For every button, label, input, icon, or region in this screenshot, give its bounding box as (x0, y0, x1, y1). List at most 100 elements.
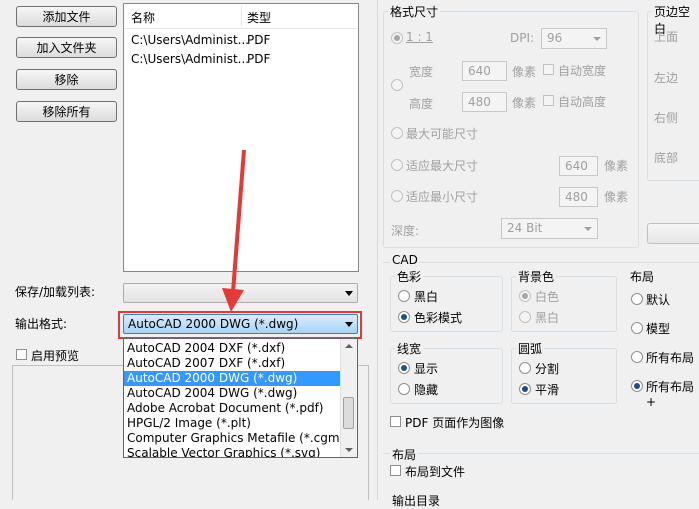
fit-max-radio[interactable] (391, 159, 403, 171)
fit-min-input[interactable]: 480 (559, 187, 598, 207)
add-folder-button[interactable]: 加入文件夹 (16, 37, 117, 58)
layout-all-radio[interactable] (631, 351, 643, 363)
arc-smooth-label: 平滑 (535, 383, 560, 397)
highlight-box (118, 311, 362, 339)
file-type: PDF (247, 52, 271, 66)
color-mode-label: 色彩模式 (414, 311, 463, 325)
height-label: 高度 (409, 97, 434, 111)
save-load-list-label: 保存/加载列表: (15, 285, 96, 299)
dpi-select[interactable]: 96 (541, 28, 607, 49)
color-mode-radio[interactable] (398, 311, 410, 323)
one-to-one-label: 1 : 1 (406, 30, 433, 44)
format-option[interactable]: Scalable Vector Graphics (*.svg) (124, 446, 341, 457)
height-input[interactable]: 480 (462, 92, 507, 112)
save-load-list-combo[interactable] (123, 283, 358, 303)
color-title: 色彩 (395, 268, 424, 285)
custom-size-radio[interactable] (391, 79, 403, 91)
depth-select[interactable]: 24 Bit (501, 218, 598, 239)
lineweight-show-radio[interactable] (398, 362, 410, 374)
layout-to-file-checkbox[interactable] (390, 465, 401, 476)
format-option[interactable]: AutoCAD 2007 DXF (*.dxf) (124, 356, 341, 371)
cad-divider (383, 262, 699, 263)
margins-button[interactable] (647, 223, 699, 244)
fit-max-input[interactable]: 640 (559, 156, 598, 176)
format-size-title: 格式尺寸 (388, 3, 441, 20)
lineweight-hide-radio[interactable] (398, 383, 410, 395)
layout-divider (383, 453, 699, 454)
width-label: 宽度 (409, 65, 434, 79)
width-unit: 像素 (512, 65, 537, 79)
pdf-page-as-image-checkbox[interactable] (390, 416, 401, 427)
format-option[interactable]: AutoCAD 2004 DXF (*.dxf) (124, 341, 341, 356)
margin-left-label: 左边 (654, 71, 679, 85)
scrollbar-thumb[interactable] (343, 397, 354, 429)
column-header-type[interactable]: 类型 (247, 9, 271, 26)
layout-all-label: 所有布局 (646, 351, 695, 365)
file-list-row[interactable]: C:\Users\Administ... PDF (124, 32, 358, 50)
depth-value: 24 Bit (507, 221, 543, 235)
remove-button[interactable]: 移除 (16, 69, 117, 90)
auto-width-checkbox[interactable] (543, 64, 554, 75)
enable-preview-checkbox[interactable] (16, 349, 27, 360)
remove-all-button[interactable]: 移除所有 (16, 101, 117, 122)
auto-width-label: 自动宽度 (558, 64, 607, 78)
max-size-radio[interactable] (391, 127, 403, 139)
format-option[interactable]: Adobe Acrobat Document (*.pdf) (124, 401, 341, 416)
background-white-label: 白色 (535, 290, 560, 304)
margin-bottom-label: 底部 (654, 151, 679, 165)
depth-label: 深度: (391, 224, 420, 238)
layout-default-radio[interactable] (631, 293, 643, 305)
fit-max-unit: 像素 (604, 159, 629, 173)
layout-section-title: 布局 (390, 446, 419, 463)
chevron-down-icon (584, 227, 592, 231)
file-list-row[interactable]: C:\Users\Administ... PDF (124, 51, 358, 69)
auto-height-checkbox[interactable] (543, 95, 554, 106)
margin-right-label: 右侧 (654, 111, 679, 125)
background-black-radio[interactable] (519, 311, 531, 323)
max-size-label: 最大可能尺寸 (406, 127, 479, 141)
file-list[interactable]: 名称 类型 C:\Users\Administ... PDF C:\Users\… (123, 3, 359, 272)
output-dir-title: 输出目录 (390, 492, 443, 509)
layout-all-plus-label: 所有布局+ (646, 380, 695, 409)
layout-default-label: 默认 (646, 293, 671, 307)
file-list-header: 名称 类型 (124, 4, 358, 29)
format-option[interactable]: AutoCAD 2004 DWG (*.dwg) (124, 386, 341, 401)
background-black-label: 黑白 (535, 311, 560, 325)
fit-min-radio[interactable] (391, 190, 403, 202)
layout-to-file-label: 布局到文件 (405, 465, 466, 479)
dpi-value: 96 (547, 31, 563, 45)
format-option[interactable]: Computer Graphics Metafile (*.cgm) (124, 431, 344, 446)
format-option[interactable]: HPGL/2 Image (*.plt) (124, 416, 341, 431)
layout-model-label: 模型 (646, 322, 671, 336)
pdf-page-as-image-label: PDF 页面作为图像 (405, 416, 505, 430)
format-option-highlighted[interactable]: AutoCAD 2000 DWG (*.dwg) (124, 371, 341, 386)
layout-model-radio[interactable] (631, 322, 643, 334)
chevron-down-icon (593, 37, 601, 41)
file-type: PDF (247, 33, 271, 47)
dropdown-scrollbar[interactable] (340, 339, 357, 457)
layout-all-plus-radio[interactable] (631, 380, 643, 392)
chevron-down-icon (345, 291, 353, 296)
scroll-up-icon[interactable] (345, 344, 353, 348)
add-file-button[interactable]: 添加文件 (16, 6, 117, 27)
color-bw-label: 黑白 (414, 290, 439, 304)
arc-split-radio[interactable] (519, 362, 531, 374)
color-bw-radio[interactable] (398, 290, 410, 302)
output-format-dropdown-list[interactable]: AutoCAD 2004 DXF (*.dxf) AutoCAD 2007 DX… (123, 338, 358, 458)
layout-title: 布局 (630, 270, 655, 284)
panel-divider (377, 0, 378, 500)
background-white-radio[interactable] (519, 290, 531, 302)
column-divider[interactable] (241, 6, 242, 26)
width-input[interactable]: 640 (462, 61, 507, 81)
file-name: C:\Users\Administ... (131, 33, 250, 47)
height-unit: 像素 (512, 96, 537, 110)
lineweight-show-label: 显示 (414, 362, 439, 376)
one-to-one-radio[interactable] (391, 32, 403, 44)
arc-smooth-radio[interactable] (519, 383, 531, 395)
lineweight-hide-label: 隐藏 (414, 383, 439, 397)
dpi-label: DPI: (510, 31, 535, 45)
scroll-down-icon[interactable] (345, 448, 353, 452)
file-name: C:\Users\Administ... (131, 52, 250, 66)
column-header-name[interactable]: 名称 (131, 9, 155, 26)
background-title: 背景色 (516, 268, 557, 285)
